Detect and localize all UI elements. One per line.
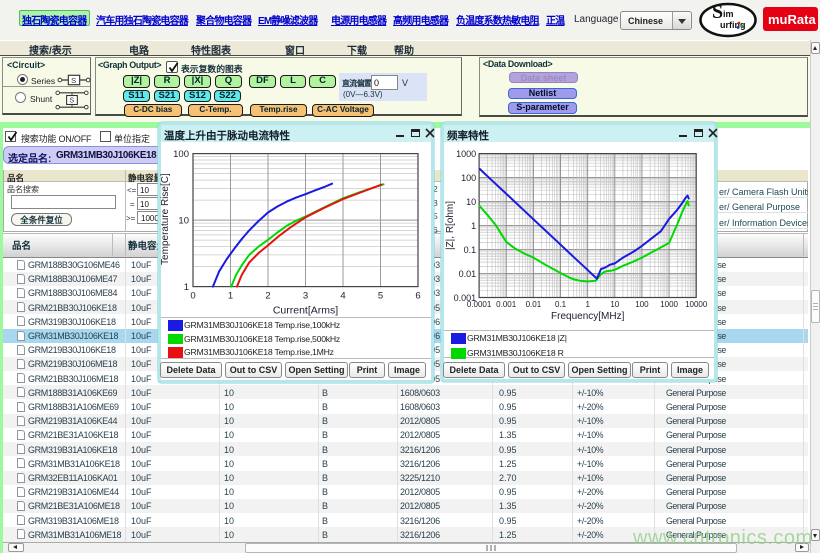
svg-text:Current[Arms]: Current[Arms]	[273, 305, 338, 317]
svg-text:1000: 1000	[660, 300, 678, 309]
svg-text:1: 1	[585, 300, 590, 309]
svg-text:Frequency[MHz]: Frequency[MHz]	[551, 311, 625, 322]
svg-text:6: 6	[415, 291, 420, 302]
svg-text:100: 100	[635, 300, 649, 309]
svg-text:2: 2	[265, 291, 270, 302]
svg-text:10: 10	[610, 300, 619, 309]
svg-text:100: 100	[461, 173, 476, 183]
svg-text:0.1: 0.1	[555, 300, 567, 309]
svg-text:1: 1	[471, 221, 476, 231]
svg-text:S: S	[71, 76, 76, 85]
svg-text:1: 1	[184, 282, 189, 293]
svg-text:3: 3	[303, 291, 308, 302]
svg-text:5: 5	[378, 291, 383, 302]
svg-text:10: 10	[466, 197, 476, 207]
svg-text:0.01: 0.01	[526, 300, 542, 309]
svg-text:100: 100	[173, 149, 189, 160]
svg-text:im: im	[723, 9, 734, 19]
svg-text:0.001: 0.001	[496, 300, 517, 309]
svg-text:0.1: 0.1	[464, 245, 477, 255]
svg-text:10000: 10000	[685, 300, 708, 309]
svg-text:Temperature Rise[C]: Temperature Rise[C]	[160, 173, 171, 265]
svg-text:1000: 1000	[456, 149, 476, 159]
svg-text:0.01: 0.01	[459, 269, 477, 279]
svg-text:0: 0	[190, 291, 195, 302]
svg-text:|Z|, R[ohm]: |Z|, R[ohm]	[445, 201, 456, 250]
svg-text:0.0001: 0.0001	[467, 300, 492, 309]
svg-text:S: S	[69, 97, 74, 105]
svg-text:4: 4	[340, 291, 345, 302]
svg-text:10: 10	[178, 216, 189, 227]
svg-text:1: 1	[228, 291, 233, 302]
